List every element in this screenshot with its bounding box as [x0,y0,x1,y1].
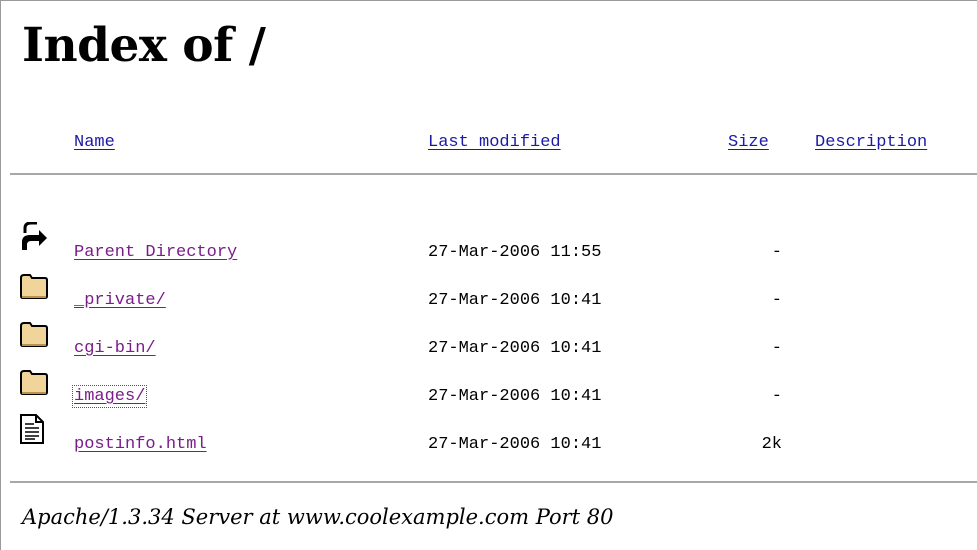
text-file-icon [19,414,45,444]
folder-icon [19,270,48,300]
list-item: cgi-bin/ 27-Mar-2006 10:41 - [0,318,977,358]
entry-size: - [771,243,782,262]
folder-icon [19,366,48,396]
list-item: Parent Directory 27-Mar-2006 11:55 - [0,221,977,262]
entry-modified: 27-Mar-2006 11:55 [428,243,602,262]
entry-link-postinfo-html[interactable]: postinfo.html [74,435,207,454]
column-header-size[interactable]: Size [728,133,769,152]
column-header-name[interactable]: Name [74,133,115,152]
entry-size: - [771,339,782,358]
back-icon [19,221,47,252]
list-item: images/ 27-Mar-2006 10:41 - [0,366,977,408]
entry-link-images[interactable]: images/ [71,385,148,408]
entry-modified: 27-Mar-2006 10:41 [428,339,602,358]
entry-modified: 27-Mar-2006 10:41 [428,435,602,454]
list-item: postinfo.html 27-Mar-2006 10:41 2k [0,414,977,454]
header-divider [10,173,977,175]
list-item: _private/ 27-Mar-2006 10:41 - [0,270,977,310]
entry-link-cgi-bin[interactable]: cgi-bin/ [74,339,156,358]
column-header-description[interactable]: Description [815,133,927,152]
entry-size: - [771,291,782,310]
column-header-last-modified[interactable]: Last modified [428,133,561,152]
entry-link-private[interactable]: _private/ [74,291,166,310]
entry-size: 2k [761,435,782,454]
entry-modified: 27-Mar-2006 10:41 [428,291,602,310]
entry-link-parent-directory[interactable]: Parent Directory [74,243,237,262]
window-border-top [0,0,977,1]
footer-divider [10,481,977,483]
server-signature: Apache/1.3.34 Server at www.coolexample.… [22,505,614,529]
entry-size: - [771,387,782,406]
entry-modified: 27-Mar-2006 10:41 [428,387,602,406]
folder-icon [19,318,48,348]
page-title: Index of / [22,18,266,73]
